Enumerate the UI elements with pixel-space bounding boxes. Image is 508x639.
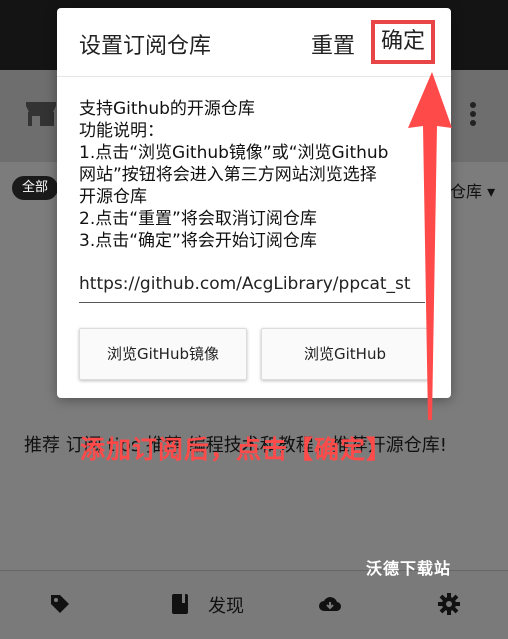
confirm-button[interactable]: 确定 xyxy=(371,20,435,64)
dialog-title: 设置订阅仓库 xyxy=(79,34,212,59)
tag-icon[interactable] xyxy=(48,592,72,616)
book-icon[interactable] xyxy=(168,592,192,616)
annotation-text: 添加订阅后，点击【确定】 xyxy=(80,435,393,464)
description-line: 网站”按钮将会进入第三方网站浏览选择 xyxy=(79,165,377,185)
description-line: 3.点击“确定”将会开始订阅仓库 xyxy=(79,231,317,251)
description-line: 1.点击“浏览Github镜像”或“浏览Github xyxy=(79,143,389,163)
browse-github-button[interactable]: 浏览GitHub xyxy=(261,328,429,380)
cloud-download-icon[interactable] xyxy=(318,592,342,616)
description-line: 功能说明： xyxy=(79,121,164,141)
store-icon[interactable] xyxy=(24,100,58,128)
bottom-nav xyxy=(0,570,508,639)
filter-chip-all[interactable]: 全部 xyxy=(12,176,59,200)
more-options-icon[interactable] xyxy=(466,100,480,128)
description-line: 2.点击“重置”将会取消订阅仓库 xyxy=(79,209,317,229)
repo-dropdown[interactable]: 仓库 ▾ xyxy=(450,178,495,202)
repo-url-input[interactable]: https://github.com/AcgLibrary/ppcat_st xyxy=(79,274,425,303)
nav-discover-label[interactable]: 发现 xyxy=(208,592,244,618)
settings-gear-icon[interactable] xyxy=(437,592,461,616)
subscribe-repo-dialog: 设置订阅仓库 重置 确定 支持Github的开源仓库 功能说明： 1.点击“浏览… xyxy=(57,8,451,398)
dialog-divider xyxy=(57,76,451,77)
reset-button[interactable]: 重置 xyxy=(311,28,355,60)
browse-github-mirror-button[interactable]: 浏览GitHub镜像 xyxy=(79,328,247,380)
description-line: 开源仓库 xyxy=(79,187,147,207)
description-line: 支持Github的开源仓库 xyxy=(79,99,255,119)
watermark: 沃德下载站 xyxy=(366,559,452,578)
dialog-description: 支持Github的开源仓库 功能说明： 1.点击“浏览Github镜像”或“浏览… xyxy=(79,98,439,252)
